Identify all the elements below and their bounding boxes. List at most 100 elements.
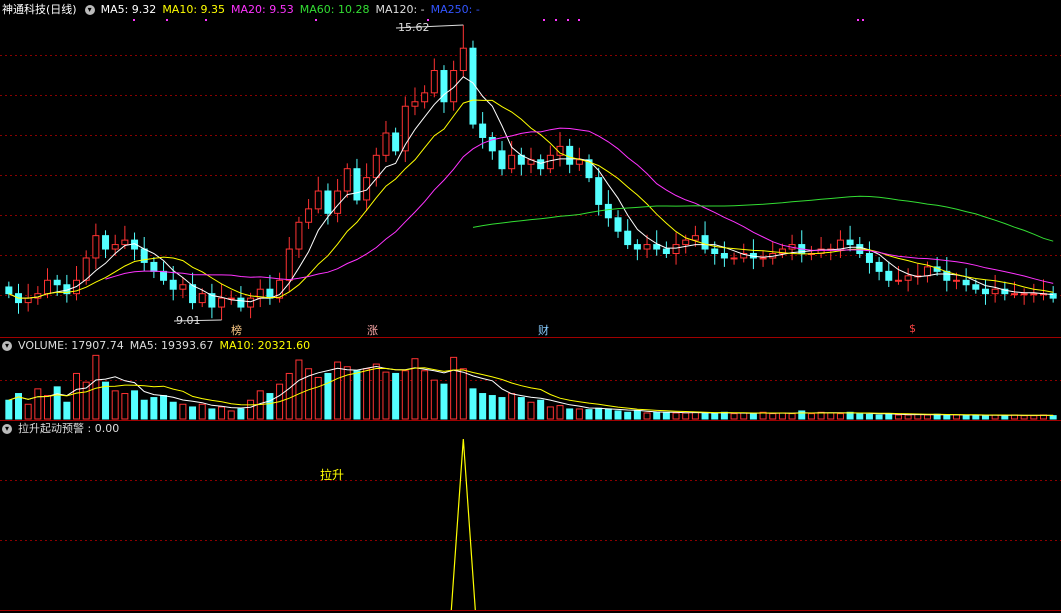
volume-bar: [285, 372, 293, 420]
candle-body: [759, 257, 767, 260]
candle-body: [614, 217, 622, 232]
candle-body: [546, 154, 554, 170]
volume-bar: [372, 363, 380, 420]
candle-body: [991, 288, 999, 295]
volume-bar: [807, 413, 815, 420]
collapse-main-icon[interactable]: ▾: [84, 5, 95, 15]
top-dot-marker: [555, 19, 557, 21]
low-price-label: 9.01: [176, 314, 201, 327]
candle-body: [353, 168, 361, 201]
volume-bar: [498, 397, 506, 420]
volume-bar: [517, 397, 525, 420]
candle-body: [44, 279, 52, 295]
volume-bar: [440, 383, 448, 420]
volume-bar: [546, 406, 554, 420]
volume-bar: [179, 403, 187, 420]
collapse-volume-icon[interactable]: ▾: [2, 341, 12, 351]
candle-body: [894, 279, 902, 282]
candle-body: [102, 235, 110, 250]
volume-bar: [430, 379, 438, 420]
candle-body: [343, 168, 351, 192]
candle-body: [150, 261, 158, 272]
candle-body: [981, 288, 989, 295]
volume-bar: [885, 413, 893, 420]
ma20-label: MA20: 9.53: [231, 3, 294, 16]
candle-body: [624, 230, 632, 246]
volume-bar: [247, 399, 255, 420]
candle-body: [24, 297, 32, 304]
volume-bar: [952, 414, 960, 420]
candle-body: [5, 286, 13, 295]
candle-body: [479, 123, 487, 138]
candle-body: [218, 297, 226, 308]
volume-bar: [1049, 415, 1057, 420]
candle-body: [324, 190, 332, 214]
candle-body: [711, 248, 719, 255]
candle-body: [846, 239, 854, 246]
volume-bar: [981, 415, 989, 420]
volume-bar: [904, 414, 912, 420]
candle-body: [691, 235, 699, 241]
candle-body: [363, 177, 371, 201]
candle-body: [575, 159, 583, 165]
volume-bar: [295, 359, 303, 420]
volume-bar: [382, 371, 390, 420]
signal-label: 拉升: [320, 468, 345, 482]
candle-body: [421, 92, 429, 103]
candle-body: [633, 244, 641, 250]
indicator-title: 拉升起动预警 : 0.00: [18, 422, 120, 435]
candle-body: [53, 279, 61, 286]
collapse-indicator-icon[interactable]: ▾: [2, 424, 12, 434]
volume-bar: [972, 414, 980, 420]
kline-chart-canvas[interactable]: [0, 0, 1061, 613]
volume-bar: [111, 390, 119, 420]
volume-title: VOLUME: 17907.74: [18, 339, 124, 352]
high-price-label: 15.62: [398, 21, 430, 34]
candle-body: [972, 284, 980, 290]
volume-bar: [894, 414, 902, 420]
volume-bar: [189, 406, 197, 420]
candle-body: [730, 257, 738, 260]
volume-bar: [865, 413, 873, 420]
marker-zhang[interactable]: 涨: [367, 322, 378, 338]
volume-bar: [150, 397, 158, 420]
volume-bar: [314, 376, 322, 420]
volume-bar: [624, 411, 632, 420]
candle-body: [372, 154, 380, 179]
volume-bar: [324, 372, 332, 420]
candle-body: [701, 235, 709, 250]
volume-bar: [34, 388, 42, 420]
top-dot-marker: [567, 19, 569, 21]
volume-bar: [749, 413, 757, 420]
marker-dollar[interactable]: $: [909, 322, 916, 335]
volume-bar: [585, 409, 593, 420]
volume-bar: [198, 403, 206, 420]
candle-body: [836, 239, 844, 250]
candle-body: [865, 253, 873, 263]
volume-bar: [469, 388, 477, 420]
candle-body: [189, 284, 197, 304]
volume-ma5: MA5: 19393.67: [129, 339, 214, 352]
volume-bar: [643, 412, 651, 420]
candle-body: [1010, 293, 1018, 296]
volume-bar: [798, 410, 806, 420]
volume-ma10: MA10: 20321.60: [219, 339, 311, 352]
candle-body: [450, 70, 458, 103]
volume-bar: [556, 405, 564, 420]
candle-body: [266, 288, 274, 299]
candle-body: [392, 132, 400, 152]
candle-body: [121, 239, 129, 246]
volume-bar: [943, 414, 951, 420]
ma120-label: MA120: -: [375, 3, 425, 16]
ma5-label: MA5: 9.32: [100, 3, 157, 16]
volume-bar: [363, 368, 371, 420]
candle-body: [111, 244, 119, 250]
candle-body: [604, 203, 612, 219]
volume-bar: [488, 395, 496, 420]
candle-body: [643, 244, 651, 250]
marker-bang[interactable]: 榜: [231, 322, 242, 338]
candle-body: [179, 284, 187, 290]
volume-bar: [711, 413, 719, 420]
marker-cai[interactable]: 财: [538, 322, 549, 338]
volume-bar: [856, 413, 864, 420]
